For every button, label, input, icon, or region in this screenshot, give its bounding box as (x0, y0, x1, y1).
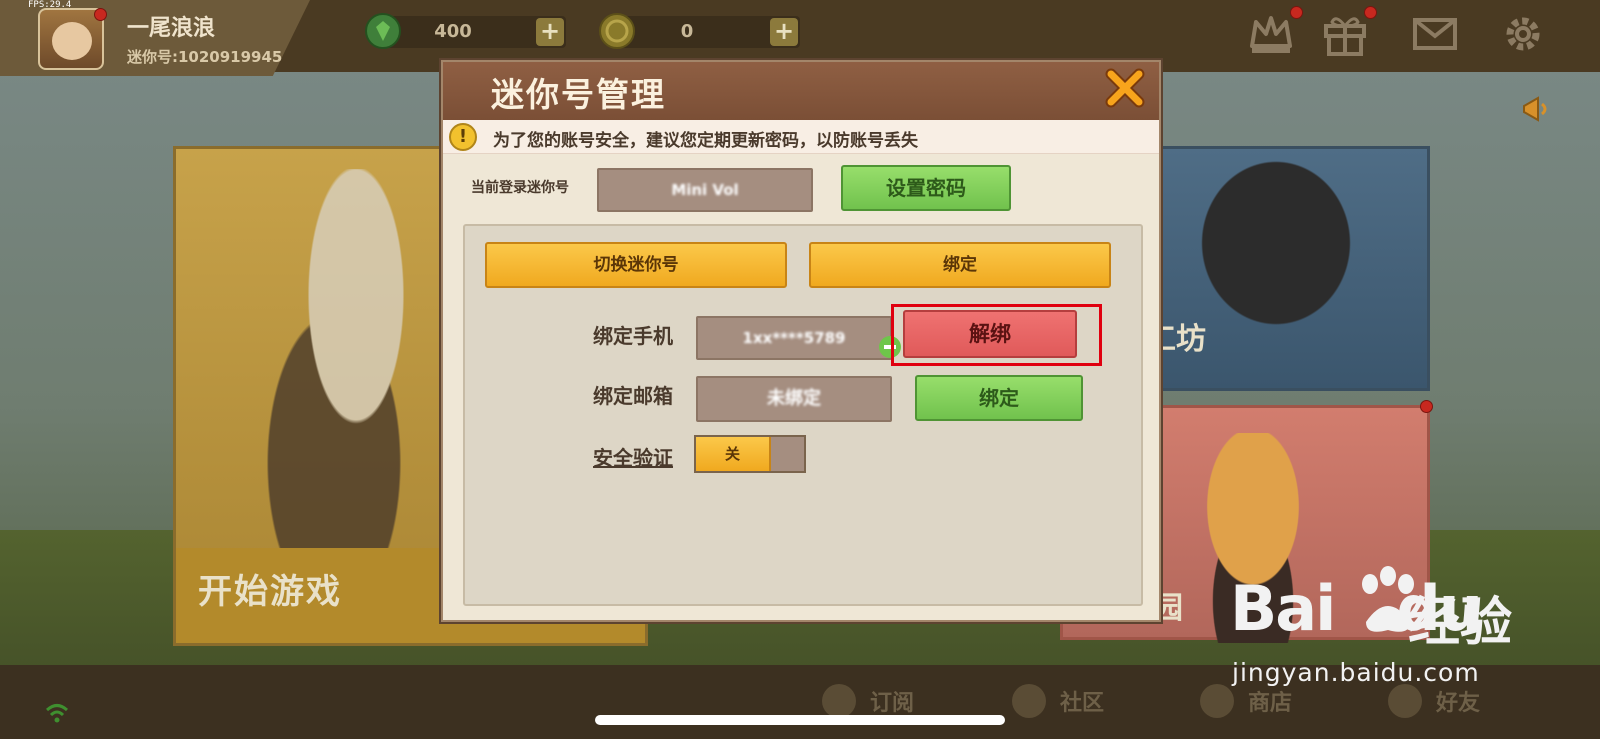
close-icon[interactable] (1103, 66, 1147, 110)
switch-mini-id-button[interactable]: 切换迷你号 (485, 242, 787, 288)
community-icon (1012, 684, 1046, 718)
dialog-title: 迷你号管理 (491, 75, 666, 114)
current-mini-id-value: Mini Vol (671, 181, 739, 199)
bind-phone-label: 绑定手机 (593, 324, 673, 348)
player-nickname: 一尾浪浪 (127, 16, 216, 41)
jingyan-text: 经验 (1408, 593, 1513, 653)
mail-icon[interactable] (1410, 10, 1460, 58)
account-panel: 切换迷你号 绑定 绑定手机 1xx****5789 绑定邮箱 未绑定 绑定 安全… (463, 224, 1143, 606)
bind-email-label: 绑定邮箱 (593, 384, 673, 408)
security-toggle[interactable]: 关 (694, 435, 806, 473)
player-mini-id: 迷你号:1020919945 (127, 48, 283, 66)
current-mini-id-label: 当前登录迷你号 (471, 180, 569, 196)
coin-amount: 0 (680, 21, 694, 42)
coin-counter: 0 + (599, 13, 800, 49)
character-art (246, 169, 466, 589)
crown-icon[interactable] (1246, 10, 1296, 58)
gift-notification-dot (1364, 6, 1377, 19)
baidu-logo-left: Bai (1230, 572, 1336, 645)
crown-notification-dot (1290, 6, 1303, 19)
workshop-card[interactable]: 工坊 (1138, 146, 1430, 391)
warning-icon: ! (449, 123, 477, 151)
current-mini-id-field: Mini Vol (597, 168, 813, 212)
dialog-header: 迷你号管理 (443, 62, 1159, 120)
bound-phone-value: 1xx****5789 (742, 329, 846, 347)
set-password-button[interactable]: 设置密码 (841, 165, 1011, 211)
mini-id-management-dialog: 迷你号管理 ! 为了您的账号安全，建议您定期更新密码，以防账号丢失 当前登录迷你… (441, 60, 1161, 622)
wifi-icon (45, 704, 69, 723)
bound-email-value: 未绑定 (767, 388, 821, 409)
baidu-watermark: Bai du 经验 jingyan.baidu.com (1230, 562, 1550, 692)
avatar-notification-dot (94, 8, 107, 21)
add-coins-button[interactable]: + (770, 18, 798, 46)
bind-email-button[interactable]: 绑定 (915, 375, 1083, 421)
highlight-box (891, 304, 1102, 366)
notification-dot (1420, 400, 1433, 413)
gift-icon[interactable] (1320, 10, 1370, 58)
add-gems-button[interactable]: + (536, 18, 564, 46)
bound-phone-field: 1xx****5789 (696, 316, 892, 360)
security-verification-label[interactable]: 安全验证 (593, 442, 673, 471)
security-notice: ! 为了您的账号安全，建议您定期更新密码，以防账号丢失 (443, 120, 1159, 154)
cart-icon (1200, 684, 1234, 718)
megaphone-icon[interactable] (1520, 92, 1554, 126)
gear-icon[interactable] (1498, 10, 1548, 58)
nav-community[interactable]: 社区 (1012, 679, 1104, 723)
security-toggle-knob: 关 (696, 437, 771, 471)
gem-amount: 400 (434, 21, 472, 42)
notice-text: 为了您的账号安全，建议您定期更新密码，以防账号丢失 (493, 131, 918, 151)
star-icon (822, 684, 856, 718)
bind-tab-button[interactable]: 绑定 (809, 242, 1111, 288)
watermark-url: jingyan.baidu.com (1232, 658, 1480, 687)
nav-subscribe-label: 订阅 (870, 691, 915, 716)
gem-counter: 400 + (365, 13, 566, 49)
nav-community-label: 社区 (1060, 691, 1105, 716)
bound-email-field: 未绑定 (696, 376, 892, 422)
home-indicator[interactable] (595, 715, 1005, 725)
start-game-label: 开始游戏 (198, 572, 342, 612)
